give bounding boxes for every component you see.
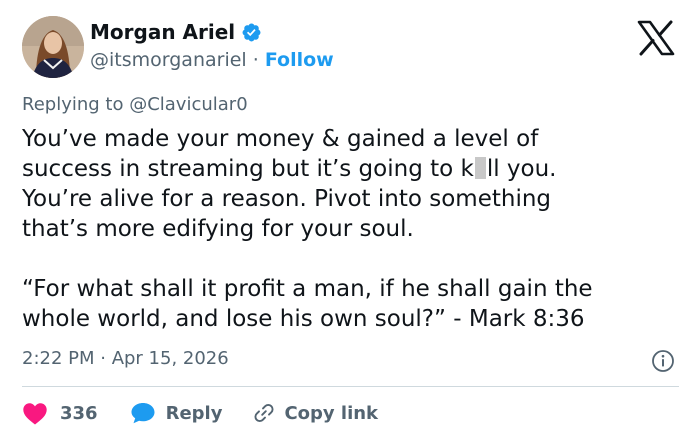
- tweet-line: You’re alive for a reason. Pivot into so…: [22, 186, 552, 212]
- like-button[interactable]: 336: [22, 401, 98, 425]
- tweet-line: that’s more edifying for your soul.: [22, 216, 414, 242]
- author-handle[interactable]: @itsmorganariel: [90, 49, 247, 71]
- tweet-quote-line: whole world, and lose his own soul?” - M…: [22, 306, 585, 332]
- heart-icon: [22, 401, 48, 425]
- like-count: 336: [60, 402, 98, 424]
- info-icon[interactable]: [651, 349, 675, 373]
- tweet-text: You’ve made your money & gained a level …: [22, 124, 682, 334]
- x-logo-icon[interactable]: [636, 20, 676, 56]
- reply-label: Reply: [165, 402, 223, 424]
- tweet-line: You’ve made your money & gained a level …: [22, 126, 539, 152]
- reply-button[interactable]: Reply: [130, 401, 223, 425]
- handle-separator: ·: [252, 49, 259, 71]
- divider: [22, 386, 679, 387]
- link-icon: [252, 401, 276, 425]
- author-name[interactable]: Morgan Ariel: [90, 19, 235, 45]
- copy-link-label: Copy link: [284, 402, 379, 424]
- action-bar: 336 Reply Copy link: [22, 398, 378, 428]
- tweet-line: success in streaming but it’s going to k…: [22, 156, 557, 182]
- tweet-quote-line: “For what shall it profit a man, if he s…: [22, 276, 593, 302]
- censor-block: [474, 157, 486, 179]
- replying-to-context[interactable]: Replying to @Clavicular0: [22, 93, 248, 117]
- copy-link-button[interactable]: Copy link: [252, 401, 378, 425]
- follow-button[interactable]: Follow: [265, 49, 334, 71]
- author-handle-row: @itsmorganariel · Follow: [90, 48, 334, 72]
- author-display-name-row: Morgan Ariel: [90, 19, 262, 45]
- speech-bubble-icon: [130, 401, 156, 425]
- avatar[interactable]: [22, 16, 84, 78]
- tweet-timestamp[interactable]: 2:22 PM · Apr 15, 2026: [22, 347, 229, 371]
- verified-badge-icon: [241, 22, 262, 43]
